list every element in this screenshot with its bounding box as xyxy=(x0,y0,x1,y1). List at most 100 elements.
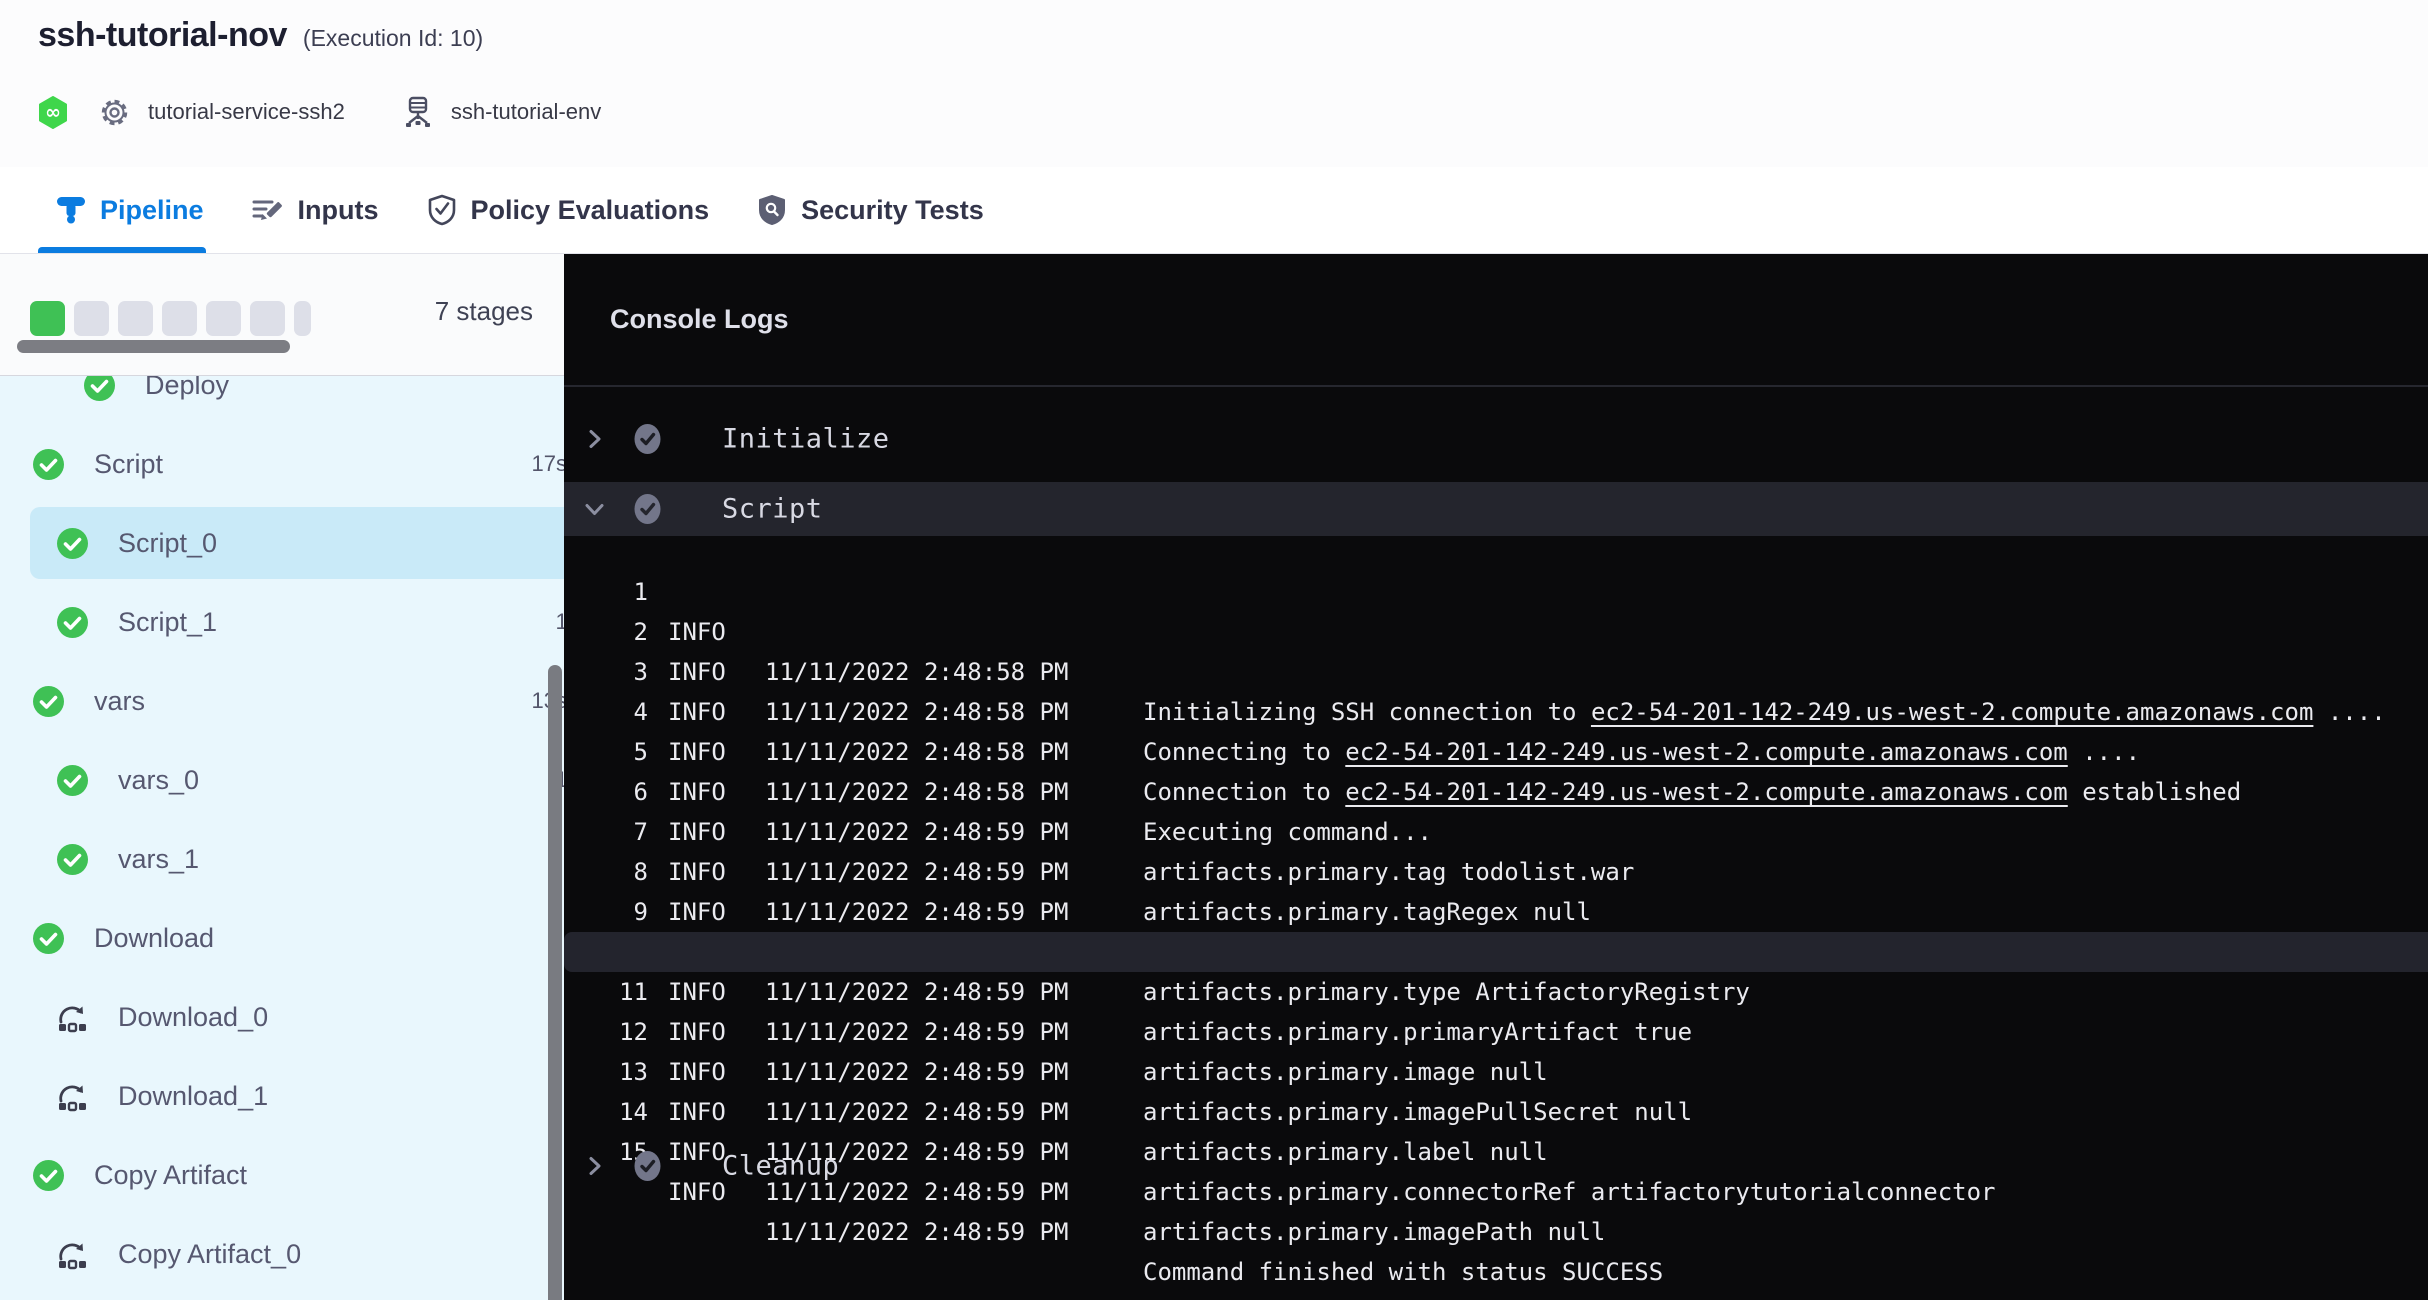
stage-minimap-square[interactable] xyxy=(118,301,153,336)
inputs-icon xyxy=(252,195,284,225)
stage-status-icon xyxy=(57,1081,88,1112)
policy-evaluations-icon xyxy=(427,194,457,226)
stage-selected-background xyxy=(30,507,564,579)
console-section-script[interactable]: Script xyxy=(564,482,2428,536)
stage-sidebar: Deploy 29s Script 17s xyxy=(0,254,564,1300)
tab-label: Inputs xyxy=(298,195,379,226)
stage-status-icon xyxy=(57,765,88,796)
stage-minimap-square[interactable] xyxy=(206,301,241,336)
pipeline-icon xyxy=(56,195,86,225)
stage-minimap-square[interactable] xyxy=(74,301,109,336)
minimap-horizontal-scrollbar[interactable] xyxy=(17,340,290,353)
section-success-badge-icon xyxy=(634,1151,661,1182)
chevron-down-icon[interactable] xyxy=(582,497,607,522)
environment-label[interactable]: ssh-tutorial-env xyxy=(451,99,601,125)
stage-row[interactable]: Script_1 16s xyxy=(0,586,564,658)
cd-module-icon: ∞ xyxy=(38,96,68,129)
stage-status-icon xyxy=(33,1160,64,1191)
log-row[interactable]: 11 INFO 11/11/2022 2:48:59 PM artifacts.… xyxy=(564,932,2428,972)
section-success-badge-icon xyxy=(634,494,661,525)
stage-row[interactable]: Download_1 xyxy=(0,1060,564,1132)
stage-label: Script_1 xyxy=(118,607,217,638)
stage-label: Copy Artifact_0 xyxy=(118,1239,301,1270)
stage-minimap-square[interactable] xyxy=(250,301,285,336)
stage-row[interactable]: Script 17s xyxy=(0,428,564,500)
tab-pipeline[interactable]: Pipeline xyxy=(56,167,204,253)
service-gear-icon xyxy=(99,97,130,128)
chevron-right-icon[interactable] xyxy=(582,427,607,452)
stage-count-label: 7 stages xyxy=(435,296,533,327)
stage-row[interactable]: Copy Artifact_0 xyxy=(0,1218,564,1290)
log-row[interactable]: 2 INFO 11/11/2022 2:48:58 PM Connecting … xyxy=(564,572,2428,612)
stage-row[interactable]: Download xyxy=(0,902,564,974)
stage-minimap-square[interactable] xyxy=(30,301,65,336)
stage-row[interactable]: vars_1 2s xyxy=(0,823,564,895)
execution-id-label: (Execution Id: 10) xyxy=(303,25,483,52)
log-row[interactable]: 7 INFO 11/11/2022 2:48:59 PM artifacts.p… xyxy=(564,772,2428,812)
chevron-right-icon[interactable] xyxy=(582,1154,607,1179)
log-row[interactable]: 8 INFO 11/11/2022 2:48:59 PM artifacts.p… xyxy=(564,812,2428,852)
stage-status-icon xyxy=(57,1239,88,1270)
stage-row[interactable]: Copy Artifact xyxy=(0,1139,564,1211)
stage-status-icon xyxy=(57,1002,88,1033)
tab-security-tests[interactable]: Security Tests xyxy=(757,167,984,253)
stage-duration: 16s xyxy=(556,609,564,635)
tab-inputs[interactable]: Inputs xyxy=(252,167,379,253)
stage-status-icon xyxy=(57,528,88,559)
title-row: ssh-tutorial-nov (Execution Id: 10) xyxy=(38,16,483,55)
log-row[interactable]: 4 INFO 11/11/2022 2:48:58 PM Executing c… xyxy=(564,652,2428,692)
log-row[interactable]: 13 INFO 11/11/2022 2:48:59 PM artifacts.… xyxy=(564,1012,2428,1052)
log-message: Command finished with status SUCCESS xyxy=(1143,1252,1663,1292)
log-row[interactable]: 5 INFO 11/11/2022 2:48:59 PM artifacts.p… xyxy=(564,692,2428,732)
console-section-initialize[interactable]: Initialize xyxy=(564,413,2428,465)
console-logs-panel: Console Logs Initialize Script 1 INFO 11… xyxy=(564,254,2428,1300)
stage-status-icon xyxy=(33,449,64,480)
log-row[interactable]: 3 INFO 11/11/2022 2:48:58 PM Connection … xyxy=(564,612,2428,652)
header-meta-row: ∞ tutorial-service-ssh2 xyxy=(38,92,601,132)
log-row[interactable]: 10 INFO 11/11/2022 2:48:59 PM artifacts.… xyxy=(564,892,2428,932)
stage-minimap[interactable] xyxy=(30,301,311,336)
stage-label: vars_1 xyxy=(118,844,199,875)
stage-minimap-square[interactable] xyxy=(162,301,197,336)
stage-label: Download xyxy=(94,923,214,954)
section-success-badge-icon xyxy=(634,424,661,455)
stage-status-icon xyxy=(57,844,88,875)
stage-row[interactable]: Script_0 9s xyxy=(0,507,564,579)
log-row[interactable]: 15 INFO 11/11/2022 2:48:59 PM Command fi… xyxy=(564,1092,2428,1132)
environment-icon xyxy=(403,95,433,129)
service-label[interactable]: tutorial-service-ssh2 xyxy=(148,99,345,125)
stage-minimap-square[interactable] xyxy=(294,301,311,336)
stage-status-icon xyxy=(33,923,64,954)
stage-progress-block: 7 stages xyxy=(0,254,564,376)
execution-tabbar: Pipeline Inputs Policy Eval xyxy=(0,167,2428,254)
stage-row[interactable]: vars 13s xyxy=(0,665,564,737)
stage-status-icon xyxy=(57,607,88,638)
stage-label: Download_1 xyxy=(118,1081,268,1112)
execution-header: ssh-tutorial-nov (Execution Id: 10) ∞ tu… xyxy=(0,0,2428,168)
svg-text:∞: ∞ xyxy=(45,101,61,123)
sidebar-vertical-scrollbar[interactable] xyxy=(548,665,562,1300)
log-row[interactable]: 14 INFO 11/11/2022 2:48:59 PM artifacts.… xyxy=(564,1052,2428,1092)
log-rows: 1 INFO 11/11/2022 2:48:58 PM Initializin… xyxy=(564,532,2428,1132)
stage-label: Download_0 xyxy=(118,1002,268,1033)
tab-policy-evaluations[interactable]: Policy Evaluations xyxy=(427,167,710,253)
stage-label: Script_0 xyxy=(118,528,217,559)
tab-label: Security Tests xyxy=(801,195,984,226)
stage-duration: 17s xyxy=(532,451,564,477)
stage-label: Copy Artifact xyxy=(94,1160,247,1191)
log-row[interactable]: 6 INFO 11/11/2022 2:48:59 PM artifacts.p… xyxy=(564,732,2428,772)
stage-label: Script xyxy=(94,449,163,480)
log-row[interactable]: 1 INFO 11/11/2022 2:48:58 PM Initializin… xyxy=(564,532,2428,572)
stage-label: vars xyxy=(94,686,145,717)
log-row[interactable]: 12 INFO 11/11/2022 2:48:59 PM artifacts.… xyxy=(564,972,2428,1012)
page-title: ssh-tutorial-nov xyxy=(38,16,287,55)
console-divider xyxy=(564,385,2428,387)
console-section-cleanup[interactable]: Cleanup xyxy=(564,1140,2428,1192)
section-label: Script xyxy=(722,494,823,525)
stage-row[interactable]: Download_0 xyxy=(0,981,564,1053)
stage-row[interactable]: vars_0 12s xyxy=(0,744,564,816)
log-row[interactable]: 9 INFO 11/11/2022 2:48:59 PM artifacts.p… xyxy=(564,852,2428,892)
security-tests-icon xyxy=(757,194,787,226)
stage-status-icon xyxy=(33,686,64,717)
console-logs-title: Console Logs xyxy=(610,304,789,335)
